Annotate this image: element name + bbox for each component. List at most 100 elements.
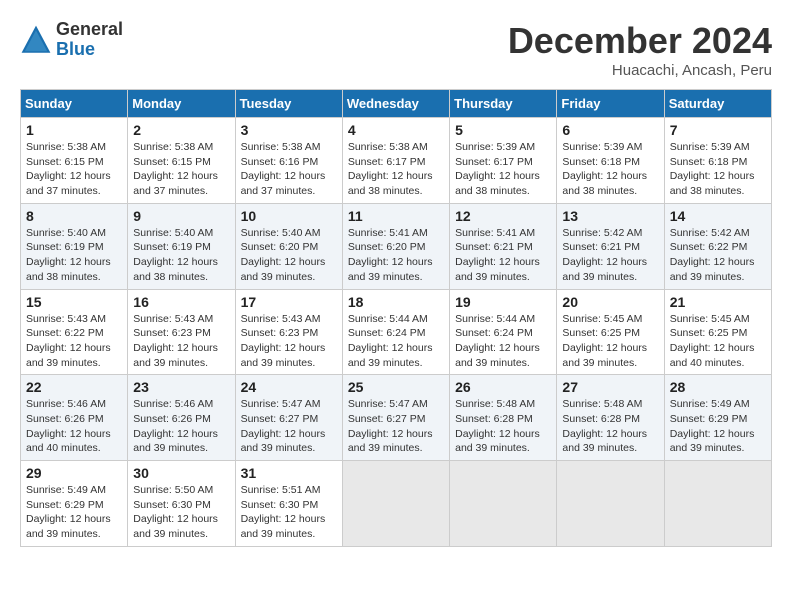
calendar-table: Sunday Monday Tuesday Wednesday Thursday…	[20, 89, 772, 547]
location: Huacachi, Ancash, Peru	[508, 62, 772, 79]
calendar-cell: 28 Sunrise: 5:49 AM Sunset: 6:29 PM Dayl…	[664, 375, 771, 461]
day-number: 13	[562, 208, 658, 224]
day-number: 11	[348, 208, 444, 224]
calendar-cell: 18 Sunrise: 5:44 AM Sunset: 6:24 PM Dayl…	[342, 289, 449, 375]
day-info: Sunrise: 5:49 AM Sunset: 6:29 PM Dayligh…	[670, 397, 766, 456]
day-info: Sunrise: 5:42 AM Sunset: 6:22 PM Dayligh…	[670, 226, 766, 285]
header-monday: Monday	[128, 90, 235, 118]
calendar-cell: 20 Sunrise: 5:45 AM Sunset: 6:25 PM Dayl…	[557, 289, 664, 375]
weekday-header-row: Sunday Monday Tuesday Wednesday Thursday…	[21, 90, 772, 118]
day-info: Sunrise: 5:48 AM Sunset: 6:28 PM Dayligh…	[455, 397, 551, 456]
calendar-cell	[450, 461, 557, 547]
logo-general: General	[56, 20, 123, 40]
calendar-cell: 14 Sunrise: 5:42 AM Sunset: 6:22 PM Dayl…	[664, 203, 771, 289]
calendar-cell: 22 Sunrise: 5:46 AM Sunset: 6:26 PM Dayl…	[21, 375, 128, 461]
calendar-cell: 9 Sunrise: 5:40 AM Sunset: 6:19 PM Dayli…	[128, 203, 235, 289]
header-sunday: Sunday	[21, 90, 128, 118]
day-number: 1	[26, 122, 122, 138]
calendar-cell: 8 Sunrise: 5:40 AM Sunset: 6:19 PM Dayli…	[21, 203, 128, 289]
day-info: Sunrise: 5:41 AM Sunset: 6:20 PM Dayligh…	[348, 226, 444, 285]
day-number: 29	[26, 465, 122, 481]
calendar-cell: 16 Sunrise: 5:43 AM Sunset: 6:23 PM Dayl…	[128, 289, 235, 375]
calendar-cell	[557, 461, 664, 547]
calendar-cell: 26 Sunrise: 5:48 AM Sunset: 6:28 PM Dayl…	[450, 375, 557, 461]
day-info: Sunrise: 5:50 AM Sunset: 6:30 PM Dayligh…	[133, 483, 229, 542]
calendar-cell: 19 Sunrise: 5:44 AM Sunset: 6:24 PM Dayl…	[450, 289, 557, 375]
day-info: Sunrise: 5:45 AM Sunset: 6:25 PM Dayligh…	[562, 312, 658, 371]
calendar-cell: 17 Sunrise: 5:43 AM Sunset: 6:23 PM Dayl…	[235, 289, 342, 375]
calendar-cell: 13 Sunrise: 5:42 AM Sunset: 6:21 PM Dayl…	[557, 203, 664, 289]
day-info: Sunrise: 5:40 AM Sunset: 6:19 PM Dayligh…	[133, 226, 229, 285]
calendar-week-row: 22 Sunrise: 5:46 AM Sunset: 6:26 PM Dayl…	[21, 375, 772, 461]
calendar-cell: 7 Sunrise: 5:39 AM Sunset: 6:18 PM Dayli…	[664, 118, 771, 204]
page-header: General Blue December 2024 Huacachi, Anc…	[20, 20, 772, 79]
header-tuesday: Tuesday	[235, 90, 342, 118]
logo-blue: Blue	[56, 40, 123, 60]
day-info: Sunrise: 5:39 AM Sunset: 6:18 PM Dayligh…	[670, 140, 766, 199]
day-number: 20	[562, 294, 658, 310]
day-number: 24	[241, 379, 337, 395]
header-wednesday: Wednesday	[342, 90, 449, 118]
day-number: 16	[133, 294, 229, 310]
day-info: Sunrise: 5:42 AM Sunset: 6:21 PM Dayligh…	[562, 226, 658, 285]
day-info: Sunrise: 5:38 AM Sunset: 6:15 PM Dayligh…	[133, 140, 229, 199]
calendar-week-row: 8 Sunrise: 5:40 AM Sunset: 6:19 PM Dayli…	[21, 203, 772, 289]
header-friday: Friday	[557, 90, 664, 118]
day-number: 14	[670, 208, 766, 224]
calendar-week-row: 15 Sunrise: 5:43 AM Sunset: 6:22 PM Dayl…	[21, 289, 772, 375]
day-number: 26	[455, 379, 551, 395]
day-number: 23	[133, 379, 229, 395]
day-number: 18	[348, 294, 444, 310]
day-info: Sunrise: 5:51 AM Sunset: 6:30 PM Dayligh…	[241, 483, 337, 542]
day-info: Sunrise: 5:47 AM Sunset: 6:27 PM Dayligh…	[241, 397, 337, 456]
calendar-cell: 30 Sunrise: 5:50 AM Sunset: 6:30 PM Dayl…	[128, 461, 235, 547]
calendar-cell: 31 Sunrise: 5:51 AM Sunset: 6:30 PM Dayl…	[235, 461, 342, 547]
calendar-cell: 5 Sunrise: 5:39 AM Sunset: 6:17 PM Dayli…	[450, 118, 557, 204]
calendar-cell: 3 Sunrise: 5:38 AM Sunset: 6:16 PM Dayli…	[235, 118, 342, 204]
day-info: Sunrise: 5:44 AM Sunset: 6:24 PM Dayligh…	[348, 312, 444, 371]
logo-icon	[20, 24, 52, 56]
day-info: Sunrise: 5:39 AM Sunset: 6:18 PM Dayligh…	[562, 140, 658, 199]
day-number: 12	[455, 208, 551, 224]
day-info: Sunrise: 5:38 AM Sunset: 6:15 PM Dayligh…	[26, 140, 122, 199]
day-number: 6	[562, 122, 658, 138]
header-thursday: Thursday	[450, 90, 557, 118]
day-info: Sunrise: 5:47 AM Sunset: 6:27 PM Dayligh…	[348, 397, 444, 456]
calendar-cell: 23 Sunrise: 5:46 AM Sunset: 6:26 PM Dayl…	[128, 375, 235, 461]
calendar-cell: 27 Sunrise: 5:48 AM Sunset: 6:28 PM Dayl…	[557, 375, 664, 461]
day-info: Sunrise: 5:38 AM Sunset: 6:17 PM Dayligh…	[348, 140, 444, 199]
day-number: 10	[241, 208, 337, 224]
calendar-week-row: 1 Sunrise: 5:38 AM Sunset: 6:15 PM Dayli…	[21, 118, 772, 204]
day-number: 21	[670, 294, 766, 310]
calendar-cell: 4 Sunrise: 5:38 AM Sunset: 6:17 PM Dayli…	[342, 118, 449, 204]
calendar-cell: 24 Sunrise: 5:47 AM Sunset: 6:27 PM Dayl…	[235, 375, 342, 461]
calendar-cell: 11 Sunrise: 5:41 AM Sunset: 6:20 PM Dayl…	[342, 203, 449, 289]
calendar-cell	[342, 461, 449, 547]
logo: General Blue	[20, 20, 123, 60]
day-info: Sunrise: 5:45 AM Sunset: 6:25 PM Dayligh…	[670, 312, 766, 371]
day-info: Sunrise: 5:40 AM Sunset: 6:20 PM Dayligh…	[241, 226, 337, 285]
day-number: 7	[670, 122, 766, 138]
day-info: Sunrise: 5:41 AM Sunset: 6:21 PM Dayligh…	[455, 226, 551, 285]
calendar-cell: 12 Sunrise: 5:41 AM Sunset: 6:21 PM Dayl…	[450, 203, 557, 289]
day-number: 4	[348, 122, 444, 138]
day-number: 15	[26, 294, 122, 310]
day-number: 31	[241, 465, 337, 481]
calendar-cell: 6 Sunrise: 5:39 AM Sunset: 6:18 PM Dayli…	[557, 118, 664, 204]
calendar-cell	[664, 461, 771, 547]
day-info: Sunrise: 5:43 AM Sunset: 6:22 PM Dayligh…	[26, 312, 122, 371]
calendar-cell: 2 Sunrise: 5:38 AM Sunset: 6:15 PM Dayli…	[128, 118, 235, 204]
month-title: December 2024	[508, 20, 772, 62]
calendar-week-row: 29 Sunrise: 5:49 AM Sunset: 6:29 PM Dayl…	[21, 461, 772, 547]
day-info: Sunrise: 5:46 AM Sunset: 6:26 PM Dayligh…	[133, 397, 229, 456]
calendar-cell: 15 Sunrise: 5:43 AM Sunset: 6:22 PM Dayl…	[21, 289, 128, 375]
calendar-cell: 29 Sunrise: 5:49 AM Sunset: 6:29 PM Dayl…	[21, 461, 128, 547]
day-number: 8	[26, 208, 122, 224]
day-number: 28	[670, 379, 766, 395]
day-number: 2	[133, 122, 229, 138]
day-number: 5	[455, 122, 551, 138]
calendar-cell: 10 Sunrise: 5:40 AM Sunset: 6:20 PM Dayl…	[235, 203, 342, 289]
day-number: 3	[241, 122, 337, 138]
day-number: 9	[133, 208, 229, 224]
day-info: Sunrise: 5:43 AM Sunset: 6:23 PM Dayligh…	[133, 312, 229, 371]
